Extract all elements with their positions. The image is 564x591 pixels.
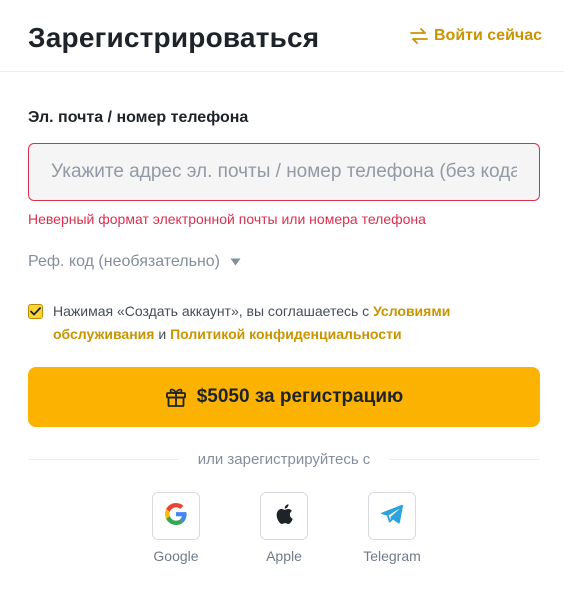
- google-icon-box: [152, 492, 200, 540]
- telegram-signup-button[interactable]: Telegram: [357, 492, 427, 564]
- terms-agreement: Нажимая «Создать аккаунт», вы соглашаете…: [28, 302, 540, 346]
- divider-text: или зарегистрируйтесь с: [197, 451, 371, 468]
- apple-label: Apple: [266, 548, 302, 564]
- terms-text: Нажимая «Создать аккаунт», вы соглашаете…: [53, 300, 540, 346]
- social-divider: или зарегистрируйтесь с: [28, 451, 541, 468]
- terms-prefix: Нажимая «Создать аккаунт», вы соглашаете…: [53, 303, 374, 319]
- create-account-label: $5050 за регистрацию: [196, 386, 404, 407]
- telegram-label: Telegram: [363, 548, 421, 564]
- email-phone-input[interactable]: [49, 160, 519, 184]
- apple-signup-button[interactable]: Apple: [249, 492, 319, 564]
- apple-icon-box: [260, 492, 308, 540]
- referral-code-toggle[interactable]: Реф. код (необязательно): [28, 253, 241, 271]
- email-field-label: Эл. почта / номер телефона: [28, 109, 249, 126]
- login-now-label: Войти сейчас: [434, 26, 542, 44]
- checkmark-icon: [30, 303, 41, 321]
- google-icon: [165, 502, 187, 530]
- social-login-options: Google Apple Telegram: [28, 492, 540, 564]
- terms-conjunction: и: [154, 326, 171, 342]
- terms-checkbox[interactable]: [28, 304, 43, 319]
- telegram-icon-box: [368, 492, 416, 540]
- email-error-message: Неверный формат электронной почты или но…: [28, 211, 426, 227]
- login-now-link[interactable]: Войти сейчас: [410, 27, 542, 45]
- apple-icon: [274, 503, 294, 530]
- google-label: Google: [153, 548, 199, 564]
- google-signup-button[interactable]: Google: [141, 492, 211, 564]
- page-title: Зарегистрироваться: [28, 21, 320, 53]
- telegram-icon: [381, 504, 403, 529]
- divider-line-left: [28, 459, 178, 460]
- caret-down-icon: [230, 258, 241, 266]
- referral-code-label: Реф. код (необязательно): [28, 253, 220, 270]
- registration-form: Эл. почта / номер телефона Неверный форм…: [0, 109, 564, 564]
- gift-icon: [165, 386, 187, 408]
- header: Зарегистрироваться Войти сейчас: [0, 0, 564, 72]
- swap-arrows-icon: [410, 27, 428, 44]
- create-account-button[interactable]: $5050 за регистрацию: [28, 367, 540, 427]
- divider-line-right: [390, 459, 541, 460]
- privacy-policy-link[interactable]: Политикой конфиденциальности: [170, 326, 402, 342]
- email-field-container: [28, 143, 540, 201]
- register-page: Зарегистрироваться Войти сейчас Эл. почт…: [0, 0, 564, 591]
